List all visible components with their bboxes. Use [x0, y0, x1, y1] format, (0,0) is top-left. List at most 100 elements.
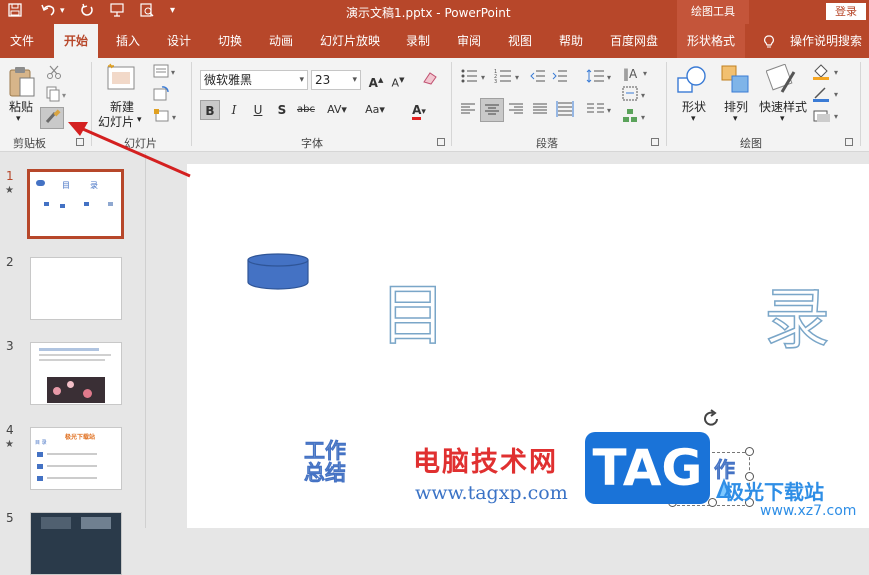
rotate-handle-icon[interactable] — [700, 408, 722, 430]
cylinder-shape[interactable] — [246, 252, 310, 292]
tell-me-search[interactable]: 操作说明搜索 — [790, 24, 862, 58]
paste-icon[interactable] — [8, 64, 36, 101]
change-case-button[interactable]: Aa▾ — [360, 100, 390, 120]
tab-view[interactable]: 视图 — [508, 24, 532, 58]
quick-styles-dropdown-icon[interactable]: ▾ — [780, 114, 785, 124]
numbering-icon[interactable]: 1 2 3 ▾ — [494, 68, 524, 87]
slide-title-left[interactable]: 目 — [379, 262, 447, 358]
paragraph-group-label: 段落 — [536, 137, 558, 150]
tab-baidu-netdisk[interactable]: 百度网盘 — [610, 24, 658, 58]
decrease-font-size-icon[interactable]: A▼ — [388, 70, 408, 90]
tab-review[interactable]: 审阅 — [457, 24, 481, 58]
smartart-icon[interactable]: ▾ — [622, 108, 650, 127]
save-icon[interactable] — [8, 3, 22, 21]
paste-dropdown-icon[interactable]: ▾ — [16, 114, 21, 124]
svg-text:▾: ▾ — [834, 112, 838, 121]
shapes-icon[interactable] — [676, 64, 710, 99]
bullets-icon[interactable]: ▾ — [460, 68, 490, 87]
tab-animations[interactable]: 动画 — [269, 24, 293, 58]
align-text-icon[interactable]: ▾ — [622, 86, 650, 105]
svg-text:‖A: ‖A — [623, 67, 638, 81]
font-launcher-icon[interactable] — [437, 138, 445, 146]
arrange-label[interactable]: 排列 — [724, 98, 748, 115]
lightbulb-icon[interactable] — [763, 24, 775, 58]
decrease-indent-icon[interactable] — [530, 68, 546, 87]
tab-slideshow[interactable]: 幻灯片放映 — [320, 24, 380, 58]
distributed-icon[interactable] — [556, 100, 574, 121]
slide-title-right[interactable]: 录 — [763, 266, 831, 362]
slide-subtitle-text[interactable]: 工作 总结 — [304, 440, 358, 485]
arrange-icon[interactable] — [720, 64, 752, 99]
tab-insert[interactable]: 插入 — [116, 24, 140, 58]
text-direction-icon[interactable]: ‖A ▾ — [622, 64, 650, 85]
svg-text:▾: ▾ — [481, 73, 485, 82]
slide-thumbnail-5[interactable] — [30, 512, 122, 575]
annotation-arrow — [68, 122, 191, 178]
format-painter-button[interactable] — [40, 107, 64, 129]
slide-thumbnail-pane: 1 ★ 目 录 2 3 4 ★ 极光下载站 目 录 5 — [0, 153, 146, 575]
customize-quick-access-icon[interactable]: ▾ — [170, 5, 175, 16]
redo-icon[interactable] — [80, 3, 94, 21]
login-button[interactable]: 登录 — [826, 3, 866, 20]
slide-thumbnail-4[interactable]: 极光下载站 目 录 — [30, 427, 122, 490]
align-left-icon[interactable] — [460, 102, 480, 120]
thumb-title-left: 目 — [62, 181, 70, 190]
resize-handle[interactable] — [745, 447, 754, 456]
tab-file[interactable]: 文件 — [10, 24, 34, 58]
undo-dropdown-icon[interactable]: ▾ — [60, 6, 65, 16]
line-spacing-icon[interactable]: ▾ — [586, 68, 614, 87]
shape-effects-icon[interactable]: ▾ — [812, 108, 844, 127]
copy-icon[interactable]: ▾ — [46, 86, 68, 105]
paste-button-label[interactable]: 粘贴 — [9, 98, 33, 115]
quick-styles-label[interactable]: 快速样式 — [759, 98, 807, 115]
tab-record[interactable]: 录制 — [406, 24, 430, 58]
svg-text:▾: ▾ — [834, 90, 838, 99]
new-slide-icon[interactable] — [106, 62, 138, 95]
italic-button[interactable]: I — [224, 100, 244, 120]
shapes-label[interactable]: 形状 — [682, 98, 706, 115]
paragraph-launcher-icon[interactable] — [651, 138, 659, 146]
font-group-label: 字体 — [301, 137, 323, 150]
reset-icon[interactable] — [153, 86, 169, 105]
font-size-combo[interactable]: 23 ▾ — [311, 70, 361, 90]
shapes-dropdown-icon[interactable]: ▾ — [691, 114, 696, 124]
tab-design[interactable]: 设计 — [167, 24, 191, 58]
shape-fill-icon[interactable]: ▾ — [812, 64, 844, 83]
shape-outline-icon[interactable]: ▾ — [812, 86, 844, 105]
quick-styles-icon[interactable] — [765, 63, 798, 99]
columns-icon[interactable]: ▾ — [586, 102, 614, 119]
undo-icon[interactable] — [40, 3, 56, 21]
tab-home[interactable]: 开始 — [54, 24, 99, 58]
arrange-dropdown-icon[interactable]: ▾ — [733, 114, 738, 124]
slide-thumbnail-3[interactable] — [30, 342, 122, 405]
align-center-button[interactable] — [480, 98, 504, 122]
increase-font-size-icon[interactable]: A▲ — [366, 70, 386, 90]
cut-icon[interactable] — [46, 64, 62, 83]
preview-icon[interactable] — [140, 3, 154, 21]
align-right-icon[interactable] — [508, 102, 524, 119]
thumb-photo — [47, 377, 105, 403]
layout-icon[interactable]: ▾ — [153, 64, 179, 81]
character-spacing-button[interactable]: AV▾ — [322, 100, 352, 120]
shadow-button[interactable]: S — [272, 100, 292, 120]
presenter-icon[interactable] — [109, 3, 125, 21]
tab-help[interactable]: 帮助 — [559, 24, 583, 58]
drawing-launcher-icon[interactable] — [845, 138, 853, 146]
thumb-line — [39, 359, 105, 361]
font-name-combo[interactable]: 微软雅黑 ▾ — [200, 70, 308, 90]
clear-formatting-icon[interactable] — [420, 70, 440, 90]
font-color-button[interactable]: A▾ — [404, 100, 434, 120]
slide-thumbnail-2[interactable] — [30, 257, 122, 320]
increase-indent-icon[interactable] — [552, 68, 568, 87]
tab-transitions[interactable]: 切换 — [218, 24, 242, 58]
justify-icon[interactable] — [532, 102, 548, 119]
format-painter-icon — [45, 109, 61, 123]
slide-number: 4 — [6, 423, 14, 437]
bold-button[interactable]: B — [200, 100, 220, 120]
strikethrough-button[interactable]: abc — [296, 100, 316, 120]
svg-text:▾: ▾ — [515, 73, 519, 82]
underline-button[interactable]: U — [248, 100, 268, 120]
tab-shape-format[interactable]: 形状格式 — [677, 24, 746, 58]
drawing-group-label: 绘图 — [740, 137, 762, 150]
drawing-tools-context-label: 绘图工具 — [677, 0, 749, 24]
